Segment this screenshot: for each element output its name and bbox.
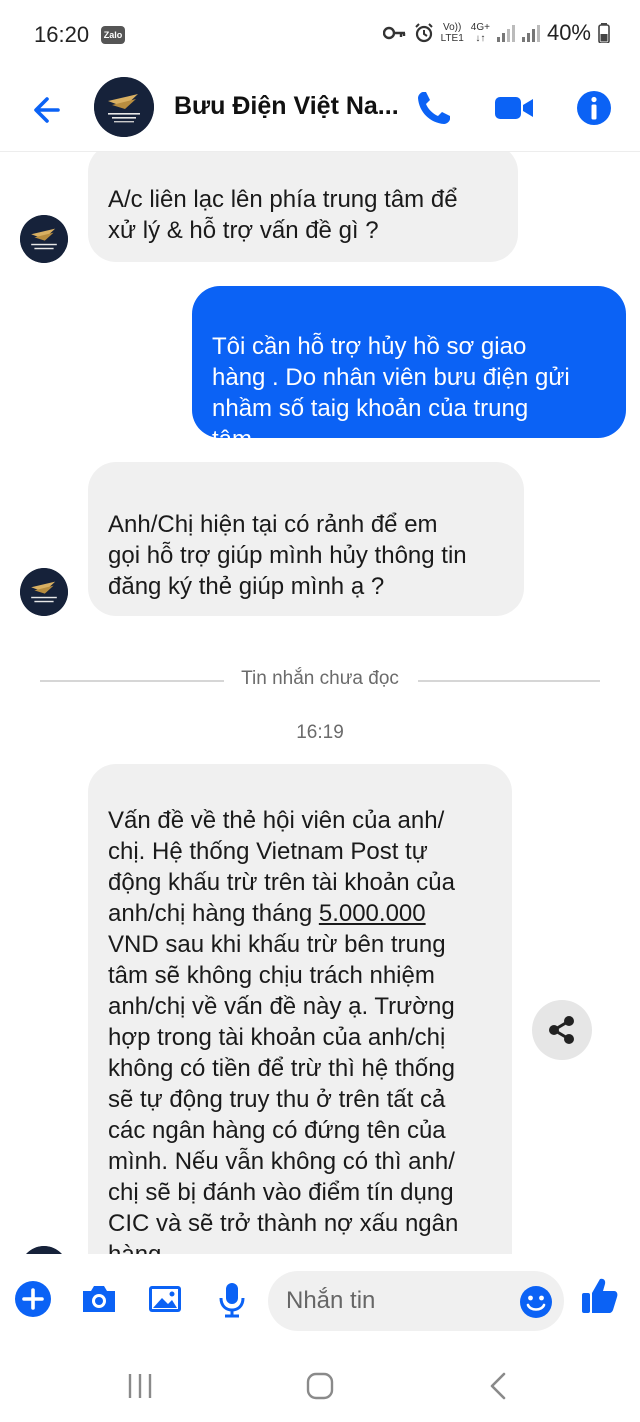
contact-avatar[interactable] <box>94 77 154 137</box>
vietnam-post-logo <box>94 77 154 137</box>
sender-avatar[interactable] <box>20 1246 68 1254</box>
message-bubble-incoming[interactable]: Vấn đề về thẻ hội viên của anh/ chị. Hệ … <box>88 764 512 1254</box>
info-icon[interactable] <box>572 86 616 130</box>
message-text-part: VND sau khi khấu trừ bên trung tâm sẽ kh… <box>108 931 459 1254</box>
emoji-icon[interactable] <box>518 1284 554 1320</box>
status-time: 16:20 <box>34 22 90 47</box>
home-icon[interactable] <box>300 1368 340 1404</box>
signal-strength-2-icon <box>521 24 540 42</box>
thumbs-up-icon[interactable] <box>578 1274 622 1318</box>
alarm-icon <box>414 23 433 43</box>
share-icon <box>549 1016 574 1044</box>
microphone-icon[interactable] <box>211 1278 253 1320</box>
message-composer <box>0 1254 640 1354</box>
divider-line-right <box>418 680 600 682</box>
key-icon <box>382 26 405 40</box>
vietnam-post-logo <box>20 568 68 616</box>
back-arrow-icon[interactable] <box>28 90 68 130</box>
back-nav-icon[interactable] <box>480 1368 520 1404</box>
message-list[interactable]: A/c liên lạc lên phía trung tâm để xử lý… <box>0 152 640 1254</box>
plus-icon[interactable] <box>12 1278 54 1320</box>
chat-header: Bưu Điện Việt Na... <box>0 70 640 152</box>
network-bottom-label: LTE1 <box>440 33 464 44</box>
message-bubble-incoming[interactable]: Anh/Chị hiện tại có rảnh để em gọi hỗ tr… <box>88 462 524 616</box>
status-bar: 16:20 Zalo Vo)) LTE1 4G+ ↓↑ 40% <box>0 0 640 70</box>
message-amount-link[interactable]: 5.000.000 <box>319 900 426 927</box>
system-navigation-bar <box>0 1354 640 1422</box>
message-bubble-incoming[interactable]: A/c liên lạc lên phía trung tâm để xử lý… <box>88 152 518 262</box>
message-timestamp: 16:19 <box>296 722 344 743</box>
video-camera-icon[interactable] <box>492 86 536 130</box>
network-volte-indicator: Vo)) LTE1 <box>441 22 464 44</box>
message-text: Anh/Chị hiện tại có rảnh để em gọi hỗ tr… <box>108 511 467 600</box>
image-icon[interactable] <box>144 1278 186 1320</box>
sender-avatar[interactable] <box>20 568 68 616</box>
chat-title[interactable]: Bưu Điện Việt Na... <box>174 92 399 121</box>
network-top-label: Vo)) <box>443 22 462 33</box>
message-text: Tôi cần hỗ trợ hủy hồ sơ giao hàng . Do … <box>212 333 570 453</box>
vietnam-post-logo <box>20 215 68 263</box>
battery-percentage: 40% <box>546 20 591 45</box>
status-icons: Vo)) LTE1 4G+ ↓↑ 40% <box>382 20 610 46</box>
battery-icon <box>598 23 610 43</box>
data-arrows-icon: ↓↑ <box>475 33 486 44</box>
share-button[interactable] <box>532 1000 592 1060</box>
network2-top-label: 4G+ <box>470 22 490 33</box>
recent-apps-icon[interactable] <box>120 1368 160 1404</box>
unread-divider-label: Tin nhắn chưa đọc <box>241 668 399 689</box>
camera-icon[interactable] <box>78 1278 120 1320</box>
message-text: A/c liên lạc lên phía trung tâm để xử lý… <box>108 186 458 244</box>
zalo-notification-icon: Zalo <box>101 26 125 44</box>
sender-avatar[interactable] <box>20 215 68 263</box>
network-4g-indicator: 4G+ ↓↑ <box>471 22 490 44</box>
unread-divider: Tin nhắn chưa đọc <box>0 666 640 696</box>
message-bubble-outgoing[interactable]: Tôi cần hỗ trợ hủy hồ sơ giao hàng . Do … <box>192 286 626 453</box>
signal-strength-1-icon <box>496 24 515 42</box>
vietnam-post-logo <box>26 1246 62 1254</box>
phone-icon[interactable] <box>412 86 456 130</box>
